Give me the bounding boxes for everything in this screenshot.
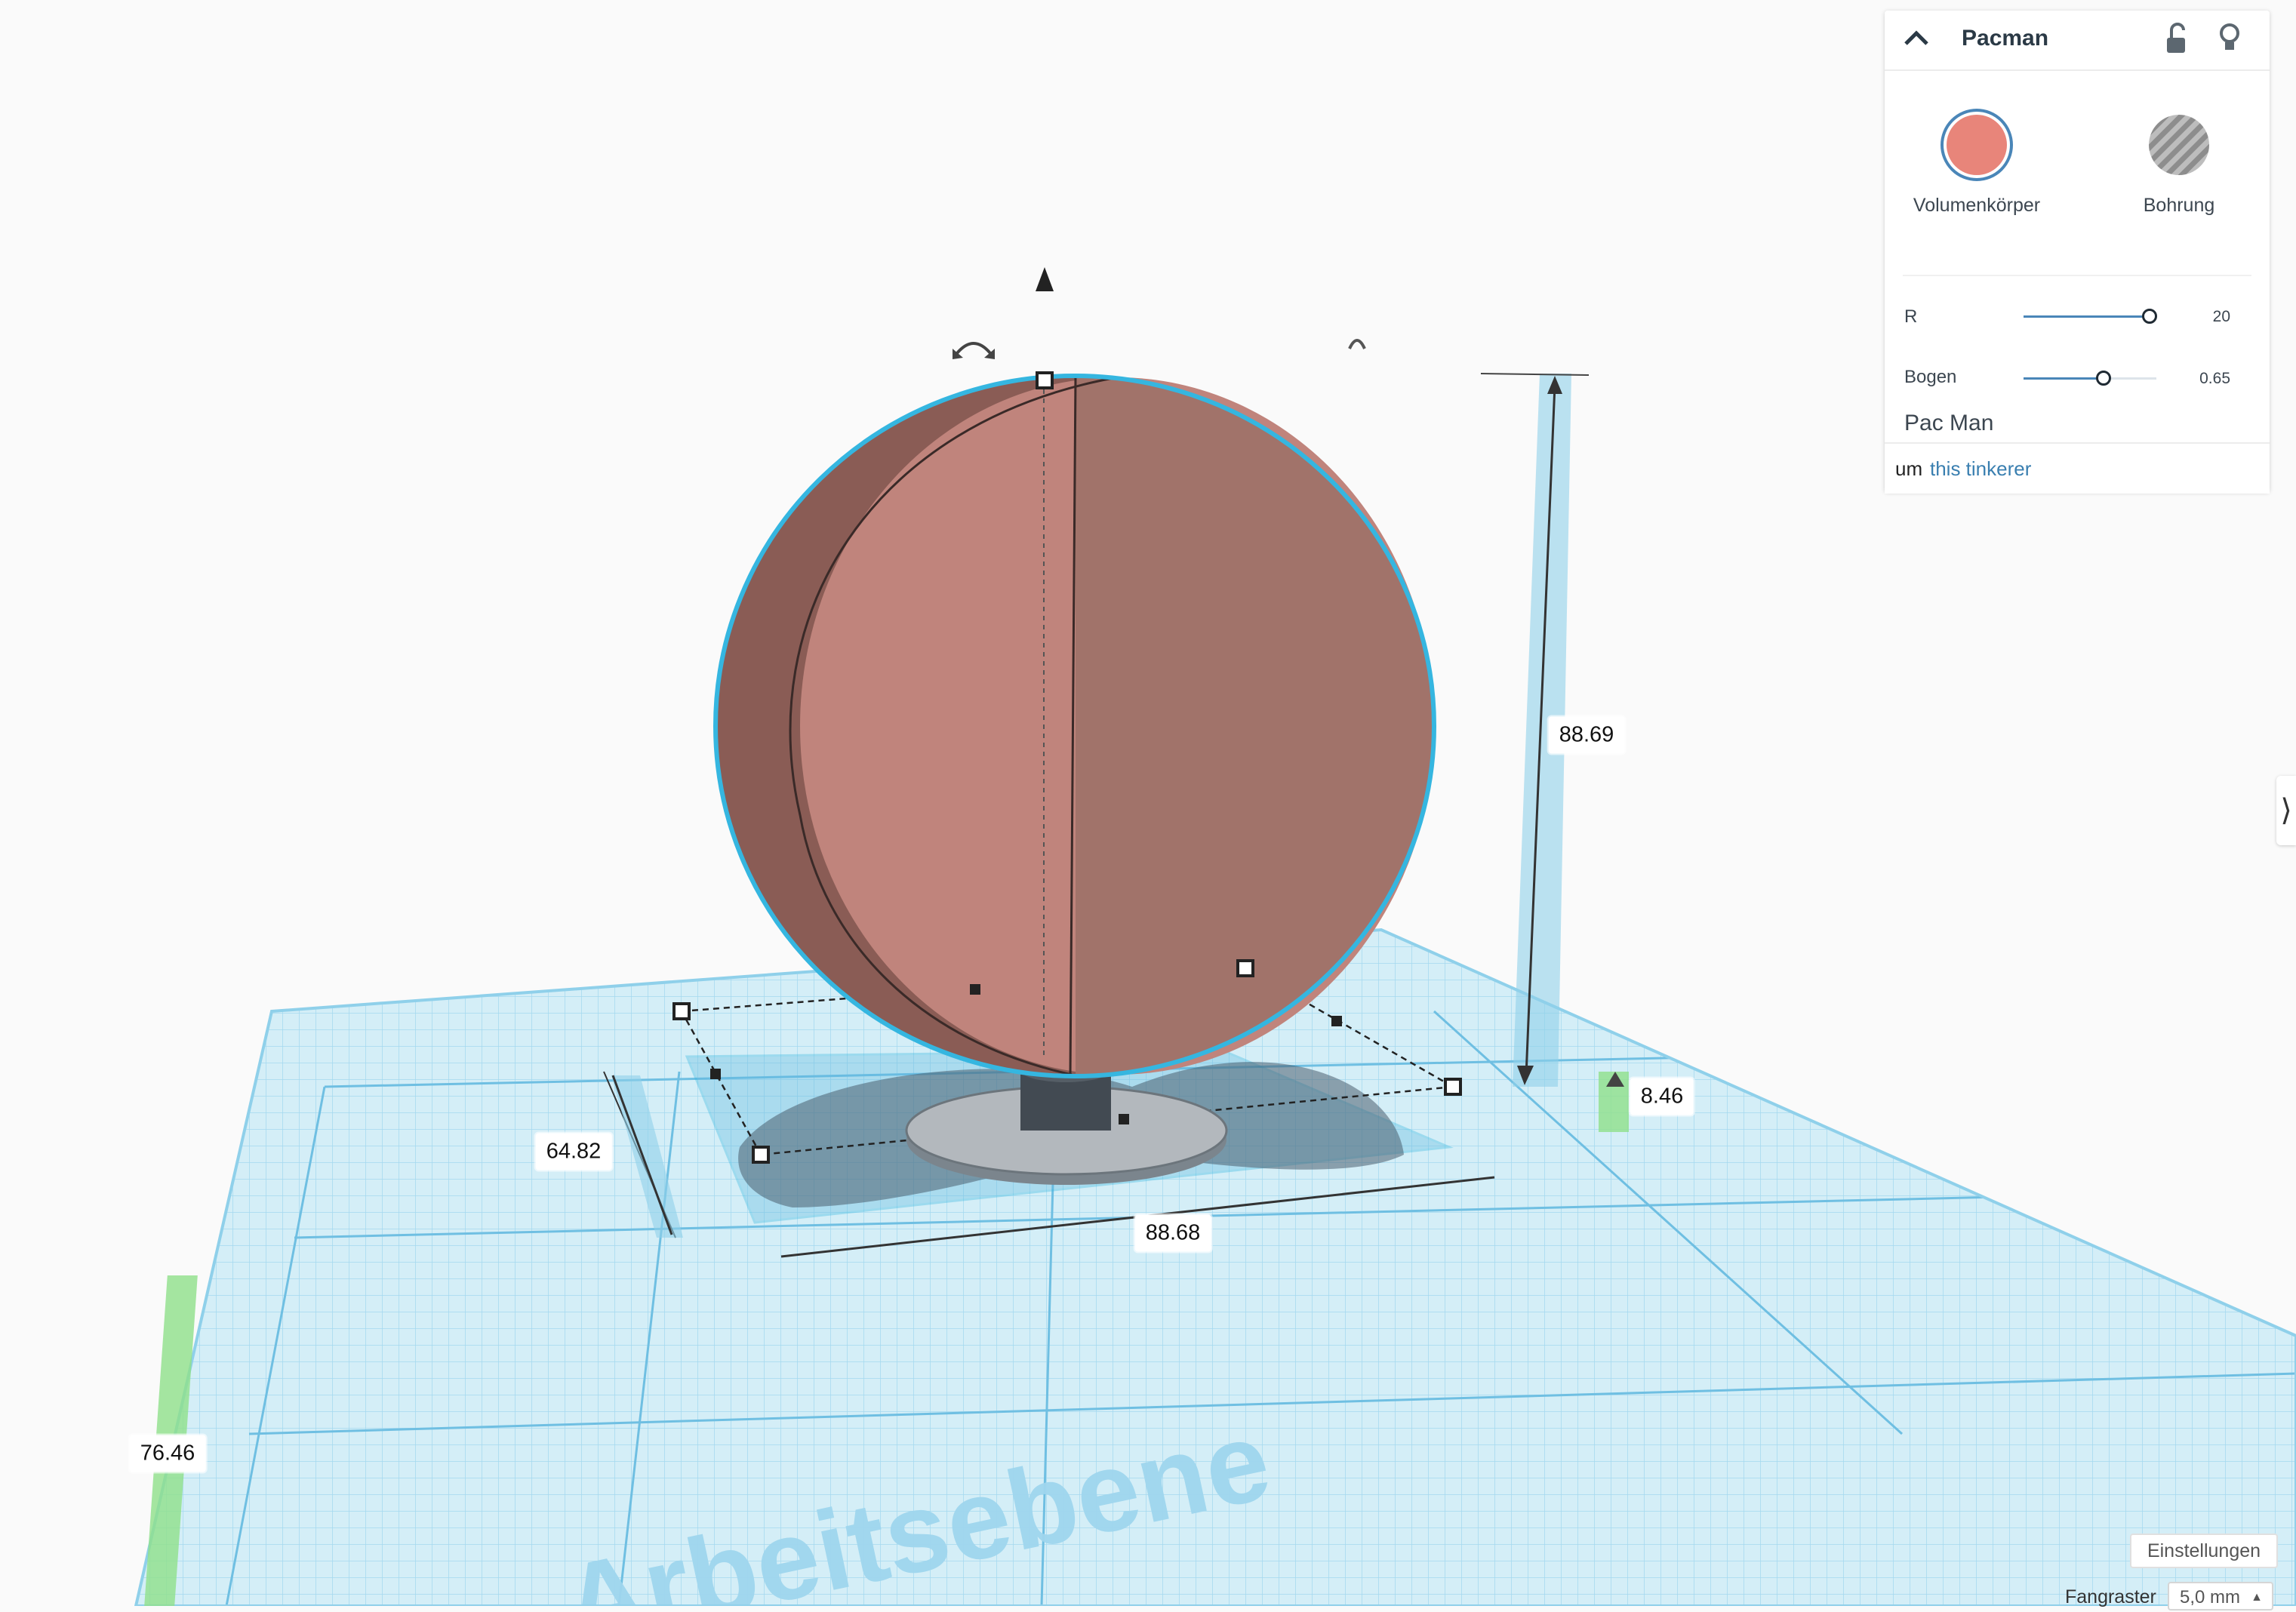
inspector-header: Pacman — [1885, 11, 2270, 71]
snap-grid-value: 5,0 mm — [2180, 1587, 2241, 1607]
hole-type-label: Bohrung — [2143, 195, 2215, 216]
chevron-up-icon[interactable] — [1903, 27, 1930, 54]
snap-grid-select[interactable]: 5,0 mm ▲ — [2168, 1582, 2273, 1610]
param-r-slider[interactable] — [2024, 309, 2158, 324]
param-bogen-slider-thumb[interactable] — [2095, 371, 2111, 386]
pacman-shape[interactable] — [713, 374, 1436, 1078]
shape-name: Pac Man — [1904, 411, 1994, 435]
param-r-value[interactable]: 20 — [2178, 308, 2230, 326]
settings-button[interactable]: Einstellungen — [2130, 1534, 2278, 1568]
width-dimension-label[interactable]: 88.68 — [1134, 1214, 1211, 1252]
shape-inspector-panel: Pacman Volumenkörper Bohrung R 20 Bogen … — [1885, 11, 2270, 494]
rotate-handle-left-icon[interactable] — [953, 342, 995, 359]
caret-up-icon: ▲ — [2251, 1591, 2263, 1604]
inspector-title: Pacman — [1962, 26, 2049, 51]
param-bogen-label: Bogen — [1904, 367, 1957, 387]
param-bogen-slider[interactable] — [2024, 371, 2156, 386]
hole-type-option[interactable] — [2141, 107, 2217, 183]
solid-type-label: Volumenkörper — [1913, 195, 2041, 216]
offset-dimension-label[interactable]: 76.46 — [129, 1435, 206, 1472]
rotate-handle-right-icon[interactable] — [1348, 339, 1366, 349]
lightbulb-icon[interactable] — [2217, 21, 2242, 60]
author-link[interactable]: this tinkerer — [1930, 457, 2031, 481]
snap-grid-label: Fangraster — [2065, 1586, 2156, 1607]
footer-prefix: um — [1895, 457, 1923, 480]
divider — [1903, 275, 2251, 276]
param-r-label: R — [1904, 306, 1918, 327]
param-bogen-value[interactable]: 0.65 — [2178, 370, 2230, 388]
panel-toggle-chevron-icon[interactable]: ⟩ — [2276, 776, 2296, 845]
move-up-arrow-icon[interactable] — [1036, 267, 1054, 291]
depth-dimension-label[interactable]: 64.82 — [535, 1133, 612, 1171]
unlock-icon[interactable] — [2164, 21, 2190, 60]
param-r-slider-thumb[interactable] — [2142, 309, 2158, 324]
inspector-footer: um this tinkerer — [1885, 442, 2270, 494]
elevation-dimension-label[interactable]: 8.46 — [1630, 1078, 1694, 1115]
solid-type-option[interactable] — [1939, 107, 2014, 183]
height-dimension-label[interactable]: 88.69 — [1548, 716, 1625, 754]
